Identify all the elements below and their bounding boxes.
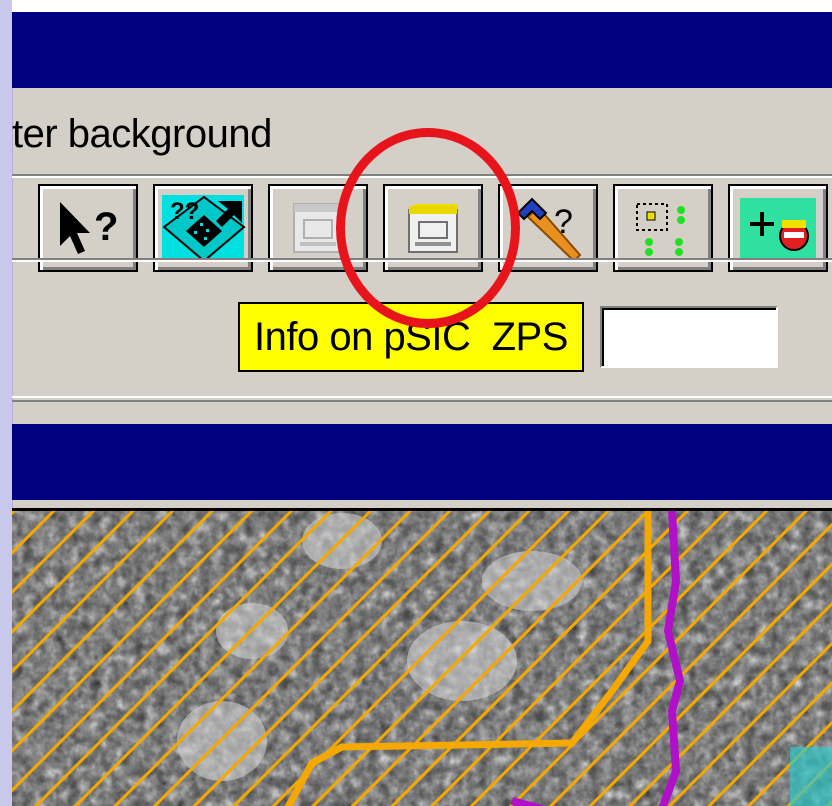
hammer-question-icon: ? <box>516 197 582 263</box>
map-window-titlebar[interactable] <box>12 424 832 500</box>
toolbar-separator-bottom <box>12 258 832 262</box>
layer-combo-field[interactable] <box>600 306 778 368</box>
svg-text:?: ? <box>94 205 118 249</box>
svg-text:??: ?? <box>170 198 199 225</box>
map-canvas <box>12 511 832 806</box>
window-label: ter background <box>12 112 272 156</box>
top-strip <box>12 0 832 12</box>
window-titlebar[interactable] <box>12 12 832 88</box>
map-view[interactable] <box>12 508 832 806</box>
diamond-info-icon: ?? <box>162 195 246 263</box>
button-tooltip: Info on pSIC ZPS <box>238 302 584 372</box>
plus-minus-icon <box>740 198 816 258</box>
panel-separator <box>12 396 832 402</box>
cursor-question-icon: ? <box>60 202 118 254</box>
dots-select-icon <box>636 203 685 256</box>
form-yellow-icon <box>408 204 458 253</box>
form-grey-icon <box>293 203 343 253</box>
toolbar-separator-top <box>12 174 832 178</box>
svg-text:?: ? <box>554 203 573 241</box>
